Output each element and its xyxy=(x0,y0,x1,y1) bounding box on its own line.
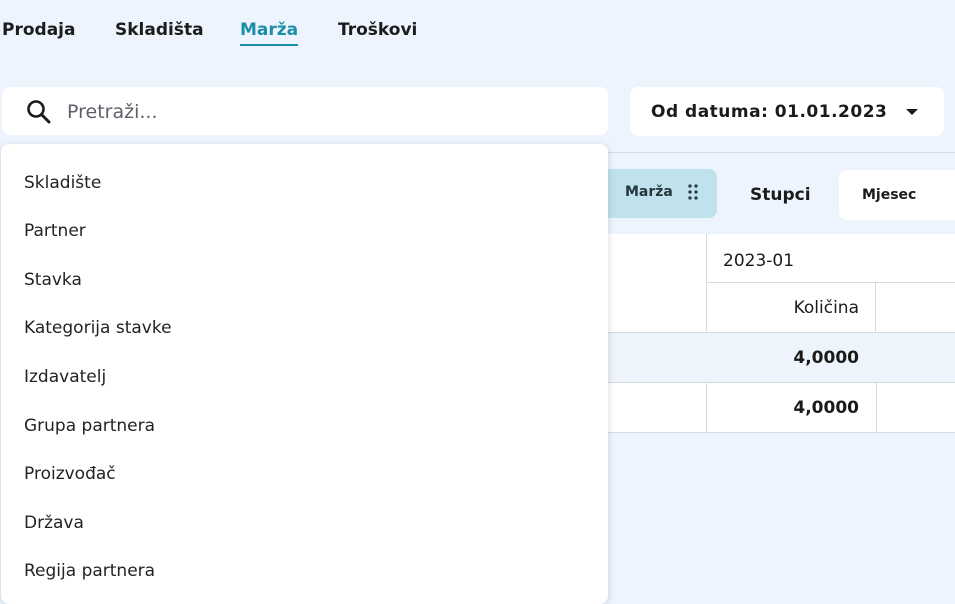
section-divider xyxy=(608,152,955,153)
dropdown-item[interactable]: Partner xyxy=(24,221,86,241)
table-col-line xyxy=(875,282,876,332)
table-row: 4,0000 xyxy=(608,333,955,382)
row-field-chip-label: Marža xyxy=(625,184,673,200)
table-bottom-line xyxy=(608,432,955,433)
table-header-measure: Količina xyxy=(793,298,859,318)
search-suggestions-dropdown: Skladište Partner Stavka Kategorija stav… xyxy=(1,144,608,604)
dropdown-item[interactable]: Kategorija stavke xyxy=(24,318,172,338)
table-cell-value: 4,0000 xyxy=(793,348,859,368)
dropdown-item[interactable]: Regija partnera xyxy=(24,561,155,581)
columns-label: Stupci xyxy=(750,185,811,205)
table-header-line xyxy=(706,282,955,283)
table-header-period: 2023-01 xyxy=(723,251,795,271)
search-input[interactable] xyxy=(65,95,589,129)
date-filter-select[interactable]: Od datuma: 01.01.2023 xyxy=(630,87,944,136)
row-field-chip[interactable]: Marža xyxy=(600,169,717,218)
dropdown-item[interactable]: Grupa partnera xyxy=(24,416,155,436)
pivot-table: 2023-01 Količina 4,0000 4,0000 xyxy=(608,234,955,433)
tab-marza[interactable]: Marža xyxy=(240,20,299,46)
search-icon xyxy=(27,100,51,124)
search-box[interactable] xyxy=(2,87,608,135)
chevron-down-icon xyxy=(906,109,918,115)
table-row: 4,0000 xyxy=(608,383,955,432)
tab-troskovi[interactable]: Troškovi xyxy=(338,20,417,40)
table-cell-value: 4,0000 xyxy=(793,398,859,418)
dropdown-item[interactable]: Stavka xyxy=(24,270,82,290)
dropdown-item[interactable]: Izdavatelj xyxy=(24,367,106,387)
column-field-label: Mjesec xyxy=(862,187,917,203)
dropdown-item[interactable]: Skladište xyxy=(24,173,101,193)
date-filter-label: Od datuma: 01.01.2023 xyxy=(651,102,888,122)
tab-prodaja[interactable]: Prodaja xyxy=(2,20,75,40)
column-field-select[interactable]: Mjesec xyxy=(839,170,955,220)
top-tabs: Prodaja Skladišta Marža Troškovi xyxy=(0,0,955,60)
tab-skladista[interactable]: Skladišta xyxy=(115,20,204,40)
drag-handle-icon[interactable] xyxy=(688,184,698,200)
dropdown-item[interactable]: Proizvođač xyxy=(24,464,116,484)
dropdown-item[interactable]: Država xyxy=(24,513,84,533)
